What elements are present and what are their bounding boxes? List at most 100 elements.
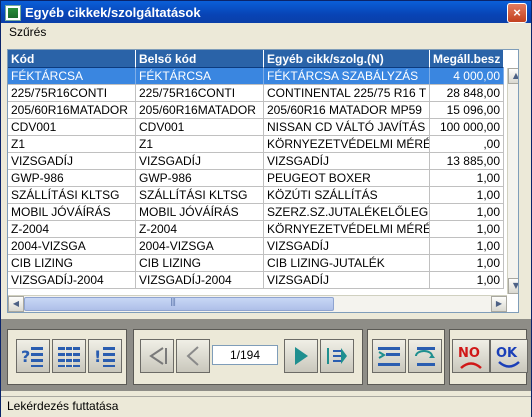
scroll-down-icon[interactable]: ▼ [508,278,518,294]
table-cell[interactable]: VIZSGADÍJ [264,272,430,289]
no-icon: NO [458,346,482,369]
table-cell[interactable]: GWP-986 [8,170,136,187]
query-view-button[interactable]: ? [16,339,50,373]
horizontal-scroll-thumb[interactable] [24,297,334,311]
grid-view-icon [58,347,80,367]
table-cell[interactable]: 28 848,00 [430,85,504,102]
grid-view-button[interactable] [52,339,86,373]
next-record-icon [295,347,308,365]
table-cell[interactable]: NISSAN CD VÁLTÓ JAVÍTÁS [264,119,430,136]
table-cell[interactable]: Z1 [136,136,264,153]
table-cell[interactable]: SZÁLLÍTÁSI KLTSG [8,187,136,204]
close-button[interactable]: × [507,3,527,23]
table-row[interactable]: FÉKTÁRCSA FÉKTÁRCSA FÉKTÁRCSA SZABÁLYZÁS 4 … [8,68,504,85]
column-header-megall-besz[interactable]: Megáll.besz [430,50,504,68]
table-cell[interactable]: FÉKTÁRCSA [8,68,136,85]
table-row[interactable]: VIZSGADÍJ VIZSGADÍJ VIZSGADÍJ 13 885,00 [8,153,504,170]
edit-panel [367,329,445,385]
column-header-kod[interactable]: Kód [8,50,136,68]
table-cell[interactable]: CDV001 [8,119,136,136]
table-cell[interactable]: VIZSGADÍJ-2004 [136,272,264,289]
table-cell[interactable]: 1,00 [430,187,504,204]
menu-item-szures[interactable]: Szűrés [9,25,46,39]
table-cell[interactable]: VIZSGADÍJ [264,153,430,170]
column-header-egyeb-cikk[interactable]: Egyéb cikk/szolg.(N) [264,50,430,68]
table-cell[interactable]: KÖRNYEZETVÉDELMI MÉRÉ [264,136,430,153]
table-cell[interactable]: Z1 [8,136,136,153]
no-button[interactable]: NO [452,339,490,373]
table-cell[interactable]: PEUGEOT BOXER [264,170,430,187]
table-cell[interactable]: 15 096,00 [430,102,504,119]
column-header-belso-kod[interactable]: Belső kód [136,50,264,68]
table-cell[interactable]: 225/75R16CONTI [8,85,136,102]
table-cell[interactable]: 1,00 [430,221,504,238]
table-cell[interactable]: CIB LIZING [8,255,136,272]
table-cell[interactable]: 1,00 [430,170,504,187]
table-cell[interactable]: 4 000,00 [430,68,504,85]
table-cell[interactable]: Z-2004 [136,221,264,238]
table-cell[interactable]: 100 000,00 [430,119,504,136]
grid-rows: FÉKTÁRCSA FÉKTÁRCSA FÉKTÁRCSA SZABÁLYZÁS 4 … [8,68,504,289]
status-bar: Lekérdezés futtatása [1,396,531,417]
next-record-button[interactable] [284,339,318,373]
table-cell[interactable]: 205/60R16MATADOR [136,102,264,119]
table-cell[interactable]: 205/60R16MATADOR [8,102,136,119]
table-cell[interactable]: VIZSGADÍJ [264,238,430,255]
table-row[interactable]: GWP-986 GWP-986 PEUGEOT BOXER 1,00 [8,170,504,187]
table-row[interactable]: CDV001 CDV001 NISSAN CD VÁLTÓ JAVÍTÁS 100 0… [8,119,504,136]
table-cell[interactable]: SZERZ.SZ.JUTALÉKELŐLEG [264,204,430,221]
scroll-left-icon[interactable]: ◀ [8,296,24,312]
table-row[interactable]: MOBIL JÓVÁÍRÁS MOBIL JÓVÁÍRÁS SZERZ.SZ.JUT… [8,204,504,221]
previous-record-button[interactable] [176,339,210,373]
table-cell[interactable]: CDV001 [136,119,264,136]
table-cell[interactable]: VIZSGADÍJ [8,153,136,170]
table-cell[interactable]: CIB LIZING [136,255,264,272]
table-cell[interactable]: 13 885,00 [430,153,504,170]
table-row[interactable]: VIZSGADÍJ-2004 VIZSGADÍJ-2004 VIZSGADÍJ 1,0… [8,272,504,289]
table-row[interactable]: 2004-VIZSGA 2004-VIZSGA VIZSGADÍJ 1,00 [8,238,504,255]
scroll-up-icon[interactable]: ▲ [508,68,518,84]
table-cell[interactable]: VIZSGADÍJ [136,153,264,170]
table-cell[interactable]: FÉKTÁRCSA [136,68,264,85]
table-cell[interactable]: 205/60R16 MATADOR MP59 [264,102,430,119]
dialog-button-panel: NO OK [449,329,528,385]
table-cell[interactable]: 2004-VIZSGA [136,238,264,255]
table-cell[interactable]: 1,00 [430,255,504,272]
ok-button[interactable]: OK [490,339,528,373]
last-record-button[interactable] [320,339,354,373]
first-record-button[interactable] [140,339,174,373]
table-cell[interactable]: VIZSGADÍJ-2004 [8,272,136,289]
table-cell[interactable]: 1,00 [430,238,504,255]
table-row[interactable]: 225/75R16CONTI 225/75R16CONTI CONTINENTAL … [8,85,504,102]
menu-bar: Szűrés [1,23,531,41]
table-cell[interactable]: FÉKTÁRCSA SZABÁLYZÁS [264,68,430,85]
table-cell[interactable]: 225/75R16CONTI [136,85,264,102]
detail-view-button[interactable]: ! [88,339,122,373]
detail-view-icon: ! [94,347,115,367]
table-cell[interactable]: KÖZÚTI SZÁLLÍTÁS [264,187,430,204]
table-cell[interactable]: 2004-VIZSGA [8,238,136,255]
table-row[interactable]: CIB LIZING CIB LIZING CIB LIZING-JUTALÉK 1,… [8,255,504,272]
table-cell[interactable]: MOBIL JÓVÁÍRÁS [8,204,136,221]
horizontal-scrollbar[interactable]: ◀ ▶ [8,295,507,312]
table-cell[interactable]: Z-2004 [8,221,136,238]
table-row[interactable]: 205/60R16MATADOR 205/60R16MATADOR 205/60R1… [8,102,504,119]
refresh-record-button[interactable] [408,339,442,373]
table-cell[interactable]: 1,00 [430,204,504,221]
table-row[interactable]: Z-2004 Z-2004 KÖRNYEZETVÉDELMI MÉRÉ 1,00 [8,221,504,238]
record-counter: 1/194 [212,345,278,365]
table-row[interactable]: Z1 Z1 KÖRNYEZETVÉDELMI MÉRÉ ,00 [8,136,504,153]
previous-record-icon [186,346,199,366]
table-cell[interactable]: CIB LIZING-JUTALÉK [264,255,430,272]
table-cell[interactable]: 1,00 [430,272,504,289]
table-row[interactable]: SZÁLLÍTÁSI KLTSG SZÁLLÍTÁSI KLTSG KÖZÚTI S… [8,187,504,204]
insert-record-button[interactable] [372,339,406,373]
vertical-scrollbar[interactable]: ▲ ▼ [507,68,518,294]
table-cell[interactable]: CONTINENTAL 225/75 R16 T [264,85,430,102]
scroll-right-icon[interactable]: ▶ [491,296,507,312]
table-cell[interactable]: GWP-986 [136,170,264,187]
table-cell[interactable]: SZÁLLÍTÁSI KLTSG [136,187,264,204]
table-cell[interactable]: ,00 [430,136,504,153]
table-cell[interactable]: MOBIL JÓVÁÍRÁS [136,204,264,221]
table-cell[interactable]: KÖRNYEZETVÉDELMI MÉRÉ [264,221,430,238]
